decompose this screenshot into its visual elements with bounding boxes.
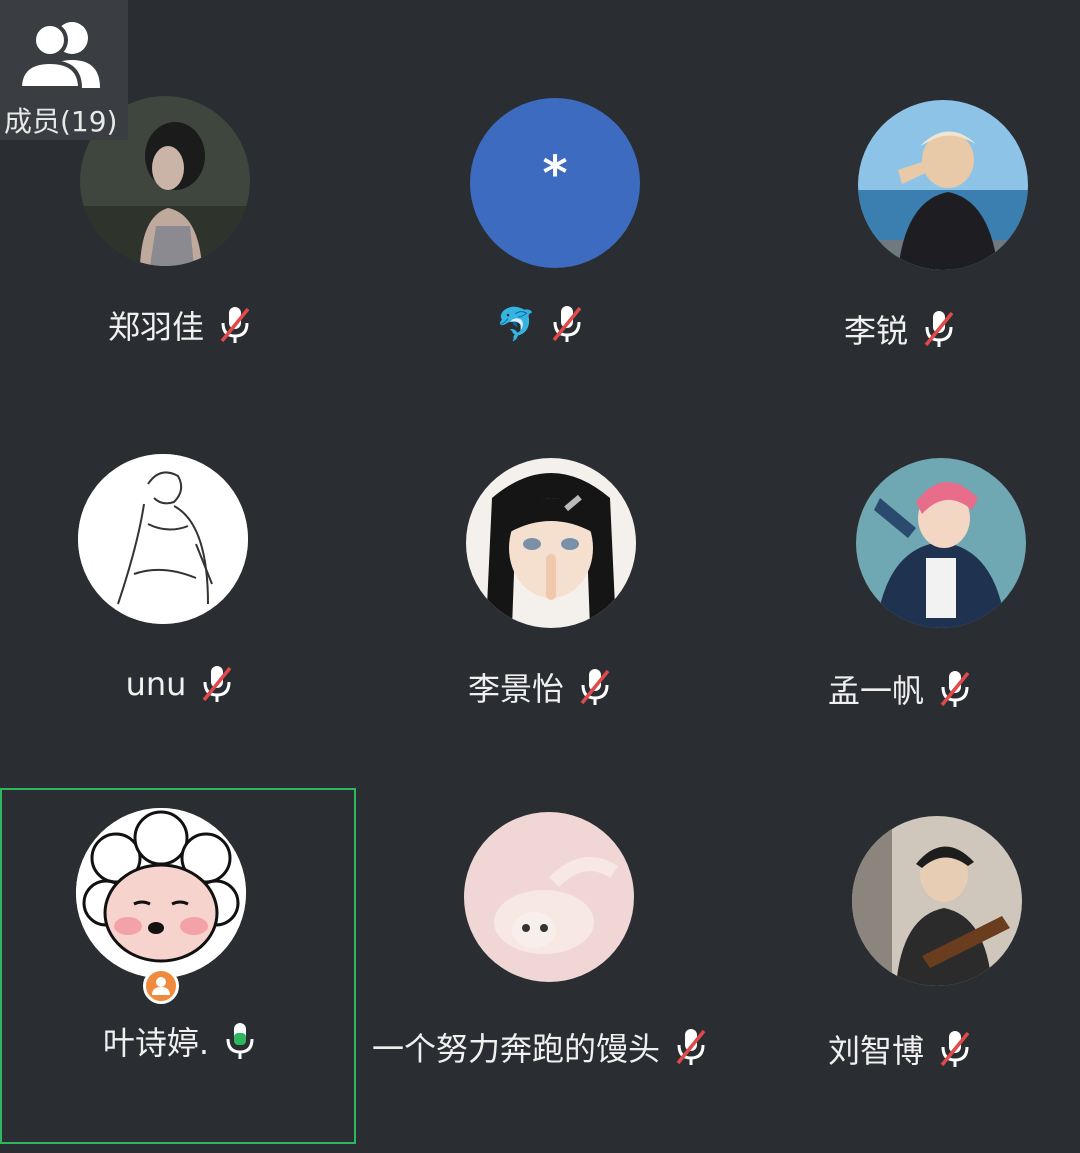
members-button[interactable]: 成员(19) bbox=[0, 0, 128, 140]
mic-muted-icon[interactable] bbox=[922, 309, 956, 349]
mic-active-icon[interactable] bbox=[223, 1021, 257, 1061]
participant-name-row: 刘智博 bbox=[720, 1026, 1080, 1072]
participant-tile[interactable]: unu bbox=[0, 360, 360, 720]
participant-tile[interactable]: * 🐬 bbox=[360, 0, 720, 360]
avatar bbox=[464, 812, 634, 982]
mic-muted-icon[interactable] bbox=[938, 1029, 972, 1069]
meeting-grid: 成员(19) 郑羽佳 * 🐬 李锐 unu 李景怡 孟一帆 叶诗婷. 一个努力奔… bbox=[0, 0, 1080, 1153]
participant-name: 孟一帆 bbox=[827, 672, 924, 710]
avatar bbox=[78, 454, 248, 624]
avatar bbox=[76, 808, 246, 978]
avatar: * bbox=[470, 98, 640, 268]
participant-name: 🐬 bbox=[496, 305, 536, 343]
avatar bbox=[852, 816, 1022, 986]
participant-tile[interactable]: 孟一帆 bbox=[720, 360, 1080, 720]
avatar bbox=[466, 458, 636, 628]
participant-name: 刘智博 bbox=[827, 1032, 924, 1070]
participant-tile-active-speaker[interactable]: 叶诗婷. bbox=[0, 788, 360, 1148]
participant-name-row: 孟一帆 bbox=[720, 666, 1080, 712]
participant-name-row: 一个努力奔跑的馒头 bbox=[360, 1024, 720, 1070]
participant-tile[interactable]: 一个努力奔跑的馒头 bbox=[360, 788, 720, 1148]
mic-muted-icon[interactable] bbox=[938, 669, 972, 709]
participant-name-row: 叶诗婷. bbox=[0, 1018, 360, 1064]
participant-name: 李锐 bbox=[843, 312, 908, 350]
mic-muted-icon[interactable] bbox=[218, 305, 252, 345]
participant-name-row: 郑羽佳 bbox=[0, 302, 360, 348]
participant-tile[interactable]: 刘智博 bbox=[720, 788, 1080, 1148]
participant-tile[interactable]: 李景怡 bbox=[360, 360, 720, 720]
members-icon bbox=[17, 22, 100, 90]
participant-name: unu bbox=[125, 665, 187, 703]
participant-tile[interactable]: 李锐 bbox=[720, 0, 1080, 360]
participant-name: 叶诗婷. bbox=[102, 1024, 210, 1062]
participant-name-row: 李景怡 bbox=[360, 664, 720, 710]
avatar-placeholder-text: * bbox=[542, 146, 568, 202]
mic-muted-icon[interactable] bbox=[578, 667, 612, 707]
participant-name: 郑羽佳 bbox=[107, 308, 204, 346]
mic-muted-icon[interactable] bbox=[200, 664, 234, 704]
avatar bbox=[858, 100, 1028, 270]
participant-name: 李景怡 bbox=[467, 670, 564, 708]
participant-name-row: 李锐 bbox=[720, 306, 1080, 352]
participant-name-row: unu bbox=[0, 664, 360, 704]
participant-name: 一个努力奔跑的馒头 bbox=[371, 1030, 660, 1068]
mic-muted-icon[interactable] bbox=[674, 1027, 708, 1067]
members-count-label: 成员(19) bbox=[4, 105, 118, 138]
mic-muted-icon[interactable] bbox=[550, 304, 584, 344]
avatar bbox=[856, 458, 1026, 628]
participant-name-row: 🐬 bbox=[360, 304, 720, 344]
host-badge-icon bbox=[143, 968, 179, 1004]
